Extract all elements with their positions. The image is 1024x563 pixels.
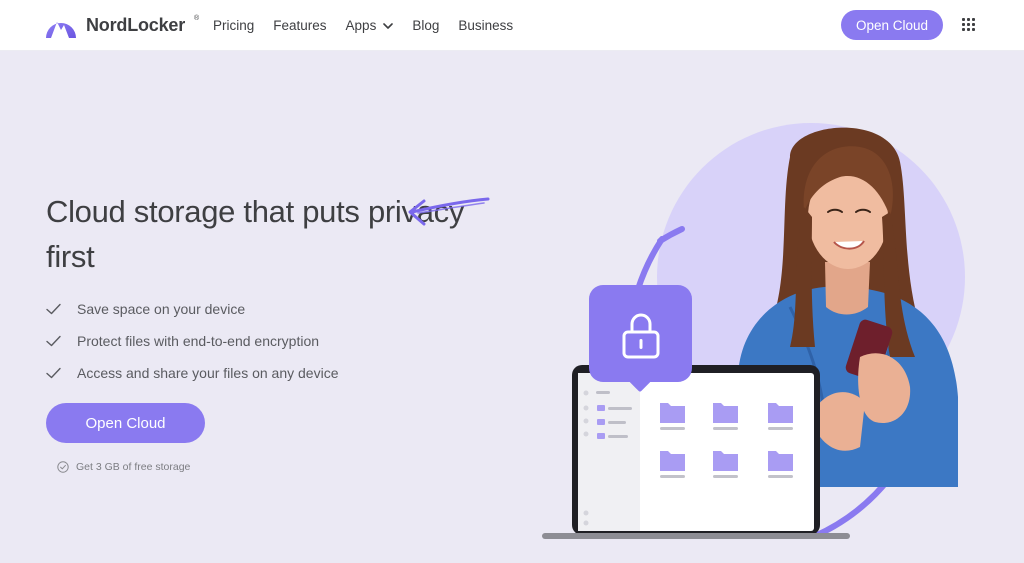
nav-business-label: Business bbox=[458, 18, 514, 33]
check-icon bbox=[46, 303, 61, 315]
feature-list: Save space on your device Protect files … bbox=[46, 293, 338, 389]
nav-business[interactable]: Business bbox=[458, 18, 513, 33]
site-header: NordLocker ® Pricing Features Apps Blog … bbox=[0, 0, 1024, 51]
nav-blog[interactable]: Blog bbox=[412, 18, 439, 33]
feature-text: Protect files with end-to-end encryption bbox=[77, 333, 320, 349]
feature-item: Access and share your files on any devic… bbox=[46, 357, 338, 389]
brand-name: NordLocker bbox=[86, 14, 186, 35]
feature-text: Save space on your device bbox=[77, 301, 246, 317]
hand-drawn-arrow-icon bbox=[408, 197, 490, 226]
feature-text: Access and share your files on any devic… bbox=[77, 365, 339, 381]
nav-pricing[interactable]: Pricing bbox=[213, 18, 254, 33]
main-nav: Pricing Features Apps Blog Business bbox=[213, 0, 513, 51]
check-icon bbox=[46, 367, 61, 379]
nav-features[interactable]: Features bbox=[273, 18, 326, 33]
free-storage-note: Get 3 GB of free storage bbox=[57, 461, 190, 473]
nordlocker-mountain-icon bbox=[46, 22, 76, 38]
lock-icon bbox=[622, 313, 660, 359]
hero-open-cloud-button[interactable]: Open Cloud bbox=[46, 403, 205, 443]
nav-apps-label: Apps bbox=[345, 18, 377, 33]
laptop-illustration bbox=[542, 365, 850, 539]
nav-apps[interactable]: Apps bbox=[346, 18, 394, 33]
free-storage-text: Get 3 GB of free storage bbox=[76, 461, 191, 473]
chevron-down-icon bbox=[383, 22, 394, 29]
header-open-cloud-button[interactable]: Open Cloud bbox=[841, 10, 943, 40]
nav-blog-label: Blog bbox=[412, 18, 440, 33]
hero-section: Cloud storage that puts privacy first Sa… bbox=[0, 51, 1024, 563]
badge-check-icon bbox=[57, 461, 69, 473]
nordlocker-logo[interactable]: NordLocker ® bbox=[44, 11, 199, 39]
nav-features-label: Features bbox=[273, 18, 327, 33]
check-icon bbox=[46, 335, 61, 347]
registered-mark: ® bbox=[194, 14, 200, 22]
grid-icon[interactable] bbox=[962, 18, 975, 31]
feature-item: Protect files with end-to-end encryption bbox=[46, 325, 338, 357]
hero-title: Cloud storage that puts privacy first bbox=[46, 194, 465, 274]
feature-item: Save space on your device bbox=[46, 293, 338, 325]
nav-pricing-label: Pricing bbox=[213, 18, 255, 33]
